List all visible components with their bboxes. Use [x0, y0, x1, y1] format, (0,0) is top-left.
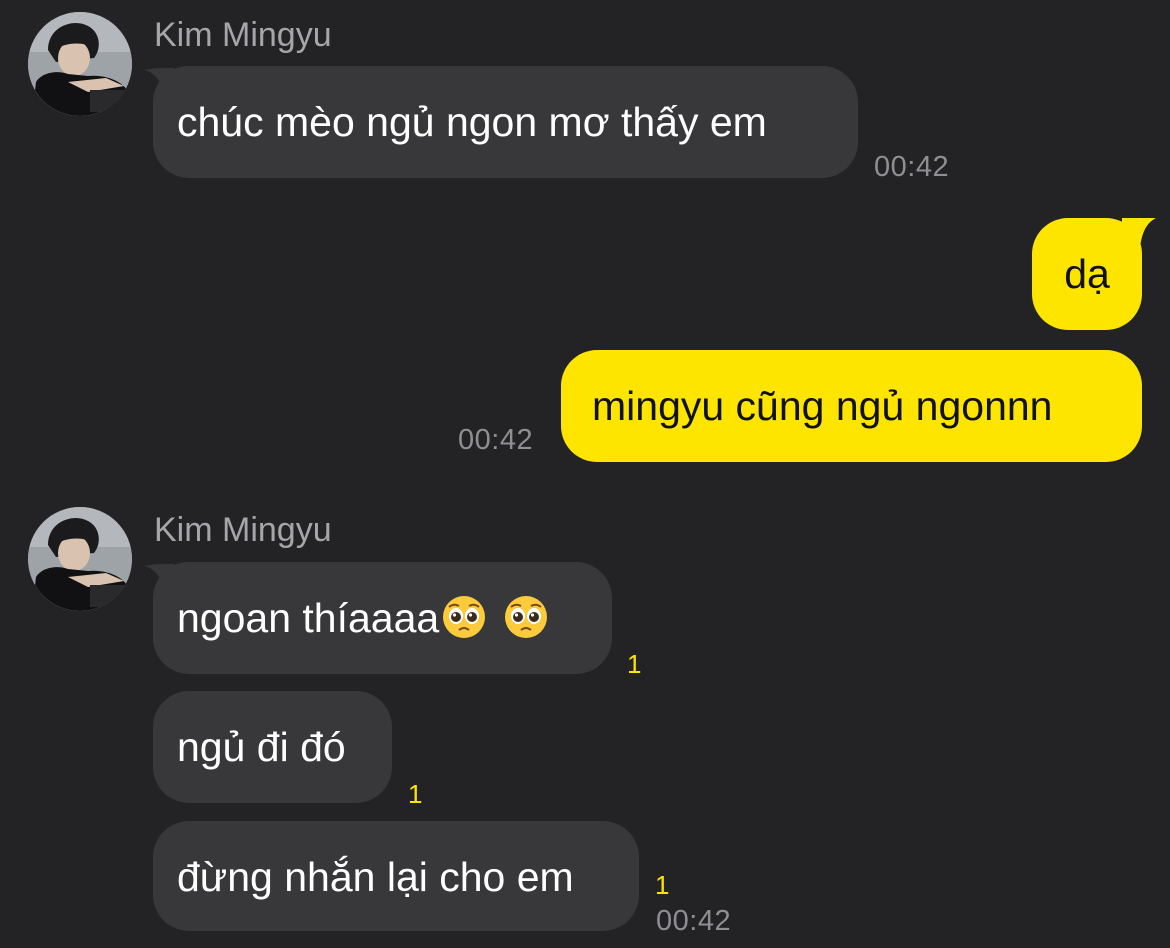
- message-timestamp: 00:42: [458, 424, 534, 456]
- message-bubble[interactable]: chúc mèo ngủ ngon mơ thấy em: [153, 66, 858, 178]
- message-text: ngoan thíaaaa: [177, 595, 440, 641]
- message-bubble[interactable]: ngoan thíaaaa: [153, 562, 612, 674]
- pleading-face-icon: [505, 596, 548, 639]
- message-timestamp: 00:42: [656, 905, 732, 937]
- sender-name: Kim Mingyu: [154, 16, 332, 54]
- message-bubble[interactable]: mingyu cũng ngủ ngonnn: [561, 350, 1142, 462]
- unread-count: 1: [655, 870, 670, 900]
- message-timestamp: 00:42: [874, 151, 950, 183]
- avatar-kim-mingyu[interactable]: [28, 507, 132, 611]
- sender-name: Kim Mingyu: [154, 511, 332, 549]
- unread-count: 1: [408, 779, 423, 809]
- message-bubble[interactable]: đừng nhắn lại cho em: [153, 821, 639, 931]
- avatar-kim-mingyu[interactable]: [28, 12, 132, 116]
- message-bubble[interactable]: ngủ đi đó: [153, 691, 392, 803]
- pleading-face-icon: [443, 596, 486, 639]
- unread-count: 1: [627, 649, 642, 679]
- bubble-tail: [1122, 218, 1156, 248]
